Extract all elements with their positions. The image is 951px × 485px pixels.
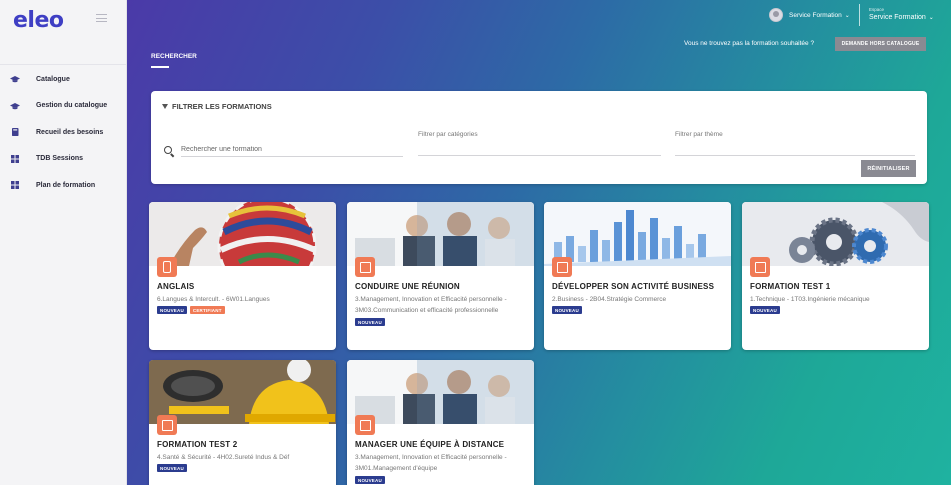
sidebar-item-label: Plan de formation: [36, 181, 96, 189]
sidebar-item-catalogue[interactable]: Catalogue: [0, 66, 126, 93]
filter-title-text: FILTRER LES FORMATIONS: [172, 102, 272, 111]
graduation-cap-icon: [10, 101, 20, 111]
course-tags: NOUVEAU CERTIFIANT: [157, 306, 225, 314]
course-card-anglais[interactable]: ANGLAIS 6.Langues & Intercult. - 6W01.La…: [149, 202, 336, 350]
category-filter-select[interactable]: [418, 155, 661, 156]
topbar-divider: [859, 4, 860, 26]
tab-active-indicator: [151, 66, 169, 68]
sidebar: eleo Catalogue Gestion du catalogue Recu…: [0, 0, 127, 485]
sidebar-item-label: Recueil des besoins: [36, 128, 104, 136]
course-image: [149, 202, 336, 266]
course-card-manager-equipe-distance[interactable]: MANAGER UNE ÉQUIPE À DISTANCE 3.Manageme…: [347, 360, 534, 485]
course-tags: NOUVEAU: [157, 464, 187, 472]
sidebar-divider: [0, 64, 126, 65]
course-image: [149, 360, 336, 424]
course-card-developper-business[interactable]: DÉVELOPPER SON ACTIVITÉ BUSINESS 2.Busin…: [544, 202, 731, 350]
tag-nouveau: NOUVEAU: [750, 306, 780, 314]
classroom-icon: [355, 257, 375, 277]
espace-value-text: Service Formation: [869, 14, 926, 21]
sidebar-item-label: Gestion du catalogue: [36, 102, 108, 110]
course-title: FORMATION TEST 2: [157, 440, 238, 449]
course-card-conduire-reunion[interactable]: CONDUIRE UNE RÉUNION 3.Management, Innov…: [347, 202, 534, 350]
filter-panel: FILTRER LES FORMATIONS Filtrer par catég…: [151, 91, 927, 184]
course-title: CONDUIRE UNE RÉUNION: [355, 282, 460, 291]
espace-selector[interactable]: Espace Service Formation ⌄: [869, 7, 934, 21]
tag-nouveau: NOUVEAU: [552, 306, 582, 314]
mobile-icon: [157, 257, 177, 277]
tab-rechercher[interactable]: RECHERCHER: [151, 53, 197, 60]
course-title: MANAGER UNE ÉQUIPE À DISTANCE: [355, 440, 505, 449]
avatar: [769, 8, 783, 22]
main-content: Service Formation ⌄ Espace Service Forma…: [127, 0, 951, 485]
classroom-icon: [750, 257, 770, 277]
sidebar-item-gestion-catalogue[interactable]: Gestion du catalogue: [0, 93, 126, 120]
search-input[interactable]: [181, 143, 403, 157]
course-image: [347, 202, 534, 266]
sidebar-item-label: TDB Sessions: [36, 155, 84, 163]
course-card-formation-test-2[interactable]: FORMATION TEST 2 4.Santé & Sécurité - 4H…: [149, 360, 336, 485]
not-found-text: Vous ne trouvez pas la formation souhait…: [684, 40, 815, 47]
course-card-formation-test-1[interactable]: FORMATION TEST 1 1.Technique - 1T03.Ingé…: [742, 202, 929, 350]
filter-title: FILTRER LES FORMATIONS: [162, 102, 272, 111]
search-icon: [164, 146, 172, 154]
course-category: 4.Santé & Sécurité - 4H02.Sureté Indus &…: [157, 454, 290, 461]
course-image: [347, 360, 534, 424]
course-image: [742, 202, 929, 266]
tag-nouveau: NOUVEAU: [355, 318, 385, 326]
grid-icon: [10, 180, 20, 190]
image-icon: [157, 415, 177, 435]
sidebar-item-tdb-sessions[interactable]: TDB Sessions: [0, 146, 126, 173]
user-name: Service Formation: [789, 11, 842, 19]
course-category: 3.Management, Innovation et Efficacité p…: [355, 454, 507, 472]
sidebar-item-plan-formation[interactable]: Plan de formation: [0, 172, 126, 199]
theme-filter-label: Filtrer par thème: [675, 131, 723, 138]
user-menu[interactable]: Service Formation ⌄: [769, 8, 850, 22]
course-tags: NOUVEAU: [355, 318, 385, 326]
espace-value: Service Formation ⌄: [869, 14, 934, 21]
course-image: [544, 202, 731, 266]
tag-nouveau: NOUVEAU: [355, 476, 385, 484]
request-off-catalog-button[interactable]: DEMANDE HORS CATALOGUE: [835, 37, 926, 51]
theme-filter-select[interactable]: [675, 155, 915, 156]
filter-icon: [162, 104, 168, 109]
reset-button[interactable]: RÉINITIALISER: [861, 160, 916, 177]
course-category: 1.Technique - 1T03.Ingénierie mécanique: [750, 296, 870, 303]
image-icon: [552, 257, 572, 277]
course-title: FORMATION TEST 1: [750, 282, 831, 291]
course-category: 3.Management, Innovation et Efficacité p…: [355, 296, 507, 314]
course-tags: NOUVEAU: [355, 476, 385, 484]
course-category: 2.Business - 2B04.Stratégie Commerce: [552, 296, 667, 303]
category-filter-label: Filtrer par catégories: [418, 131, 478, 138]
tag-certifiant: CERTIFIANT: [189, 306, 225, 314]
sidebar-nav: Catalogue Gestion du catalogue Recueil d…: [0, 66, 126, 199]
sidebar-item-recueil-besoins[interactable]: Recueil des besoins: [0, 119, 126, 146]
classroom-icon: [355, 415, 375, 435]
course-tags: NOUVEAU: [750, 306, 780, 314]
tag-nouveau: NOUVEAU: [157, 464, 187, 472]
course-tags: NOUVEAU: [552, 306, 582, 314]
chevron-down-icon: ⌄: [844, 12, 850, 19]
chevron-down-icon: ⌄: [928, 15, 934, 21]
tag-nouveau: NOUVEAU: [157, 306, 187, 314]
eleo-logo[interactable]: eleo: [13, 8, 64, 33]
graduation-cap-icon: [10, 74, 20, 84]
espace-label: Espace: [869, 7, 885, 12]
sidebar-item-label: Catalogue: [36, 75, 70, 83]
grid-icon: [10, 154, 20, 164]
course-title: ANGLAIS: [157, 282, 195, 291]
course-category: 6.Langues & Intercult. - 6W01.Langues: [157, 296, 270, 303]
course-title: DÉVELOPPER SON ACTIVITÉ BUSINESS: [552, 282, 715, 291]
book-icon: [10, 127, 20, 137]
hamburger-menu-icon[interactable]: [96, 14, 107, 22]
